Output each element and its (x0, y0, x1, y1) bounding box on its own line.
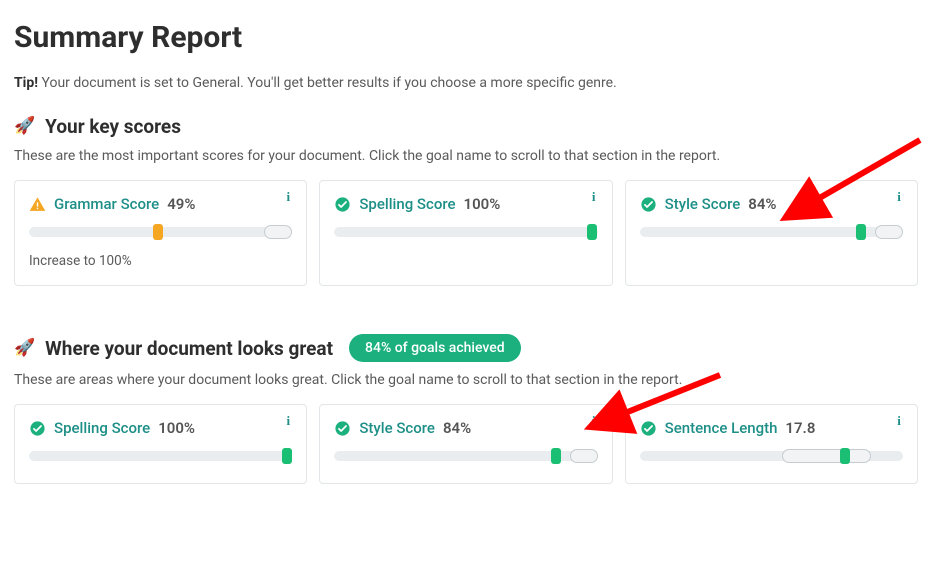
score-link-spelling[interactable]: Spelling Score (54, 419, 150, 437)
score-link-sentence-length[interactable]: Sentence Length (665, 419, 778, 437)
tip-prefix: Tip! (14, 75, 38, 91)
info-icon[interactable]: i (586, 189, 602, 205)
check-circle-icon (334, 420, 351, 437)
slider-track (334, 451, 597, 461)
info-icon[interactable]: i (586, 413, 602, 429)
slider-track (334, 227, 597, 237)
tip-text: Your document is set to General. You'll … (38, 75, 617, 91)
looks-great-sub: These are areas where your document look… (14, 372, 918, 388)
score-link-spelling[interactable]: Spelling Score (359, 195, 455, 213)
slider-thumb[interactable] (153, 224, 163, 240)
check-circle-icon (640, 420, 657, 437)
tip-line: Tip! Your document is set to General. Yo… (14, 75, 918, 91)
check-circle-icon (640, 196, 657, 213)
score-value: 49% (167, 195, 195, 213)
looks-great-cards: i Spelling Score 100% i Style Score 84% … (14, 404, 918, 484)
score-value: 84% (443, 419, 471, 437)
score-link-style[interactable]: Style Score (665, 195, 741, 213)
score-link-grammar[interactable]: Grammar Score (54, 195, 159, 213)
slider-track (640, 227, 903, 237)
score-value: 84% (748, 195, 776, 213)
key-scores-heading-row: 🚀 Your key scores (14, 115, 918, 138)
rocket-icon: 🚀 (14, 340, 35, 357)
slider-track (29, 227, 292, 237)
score-link-style[interactable]: Style Score (359, 419, 435, 437)
slider-thumb[interactable] (282, 448, 292, 464)
slider-endcap (570, 449, 598, 463)
goals-achieved-badge: 84% of goals achieved (349, 334, 521, 362)
slider-thumb[interactable] (856, 224, 866, 240)
score-card-spelling: i Spelling Score 100% (319, 180, 612, 286)
score-hint: Increase to 100% (29, 253, 292, 269)
info-icon[interactable]: i (280, 413, 296, 429)
score-card-grammar: i Grammar Score 49% Increase to 100% (14, 180, 307, 286)
check-circle-icon (29, 420, 46, 437)
slider-thumb[interactable] (587, 224, 597, 240)
score-card-style: i Style Score 84% (625, 180, 918, 286)
looks-great-heading-row: 🚀 Where your document looks great 84% of… (14, 334, 918, 362)
slider-track (640, 451, 903, 461)
slider-endcap (264, 225, 292, 239)
info-icon[interactable]: i (891, 413, 907, 429)
warning-icon (29, 196, 46, 213)
slider-thumb[interactable] (551, 448, 561, 464)
great-card-spelling: i Spelling Score 100% (14, 404, 307, 484)
slider-range (782, 449, 872, 463)
slider-track (29, 451, 292, 461)
key-scores-cards: i Grammar Score 49% Increase to 100% i S… (14, 180, 918, 286)
slider-thumb[interactable] (840, 448, 850, 464)
check-circle-icon (334, 196, 351, 213)
key-scores-heading: Your key scores (45, 115, 181, 138)
great-card-style: i Style Score 84% (319, 404, 612, 484)
page-title: Summary Report (14, 20, 918, 55)
info-icon[interactable]: i (280, 189, 296, 205)
rocket-icon: 🚀 (14, 118, 35, 135)
score-value: 100% (158, 419, 195, 437)
key-scores-sub: These are the most important scores for … (14, 148, 918, 164)
great-card-sentence-length: i Sentence Length 17.8 (625, 404, 918, 484)
score-value: 17.8 (785, 419, 815, 437)
looks-great-heading: Where your document looks great (45, 337, 333, 360)
score-value: 100% (464, 195, 501, 213)
info-icon[interactable]: i (891, 189, 907, 205)
slider-endcap (875, 225, 903, 239)
